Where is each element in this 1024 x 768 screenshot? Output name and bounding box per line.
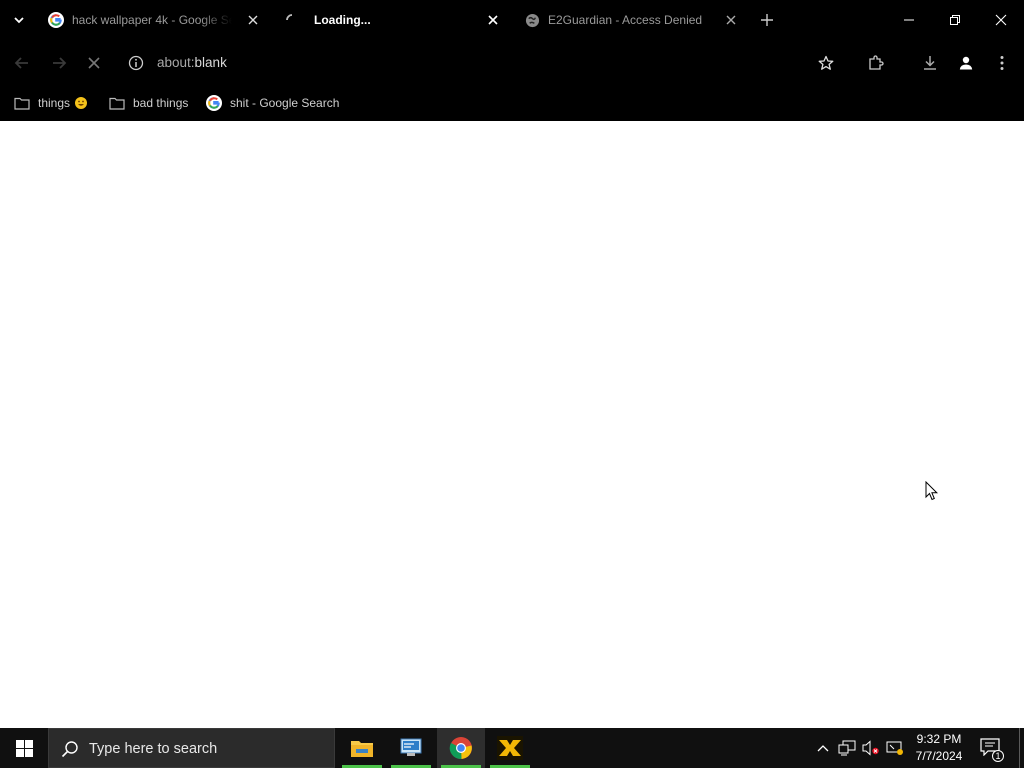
bookmark-folder-things[interactable]: things (13, 93, 88, 113)
bookmark-folder-bad-things[interactable]: bad things (108, 93, 188, 113)
bookmark-google-search[interactable]: shit - Google Search (205, 93, 339, 113)
google-g-icon (48, 12, 64, 28)
bookmark-label: shit - Google Search (230, 96, 340, 110)
close-tab-button[interactable] (724, 13, 738, 27)
stop-loading-button[interactable] (82, 51, 106, 75)
arrow-right-icon (53, 57, 67, 69)
google-g-icon (205, 95, 223, 111)
file-explorer-icon (351, 741, 373, 757)
chevron-down-icon (14, 17, 24, 24)
plus-icon (761, 14, 773, 26)
close-icon (88, 57, 100, 69)
close-icon (726, 15, 736, 25)
volume-muted-icon (862, 740, 879, 756)
tab-strip: hack wallpaper 4k - Google Search Loadin… (0, 0, 1024, 40)
person-icon (959, 56, 973, 70)
notification-count: 1 (992, 750, 1004, 762)
restore-button[interactable] (932, 6, 978, 34)
tab-search-button[interactable] (8, 10, 30, 30)
taskbar-chrome[interactable] (437, 728, 485, 768)
downloads-button[interactable] (918, 51, 942, 75)
clock-time: 9:32 PM (916, 732, 962, 746)
grinning-emoji-icon (75, 97, 88, 109)
tab-title: E2Guardian - Access Denied (548, 13, 703, 27)
taskbar-file-explorer[interactable] (338, 728, 386, 768)
close-window-button[interactable] (978, 6, 1024, 34)
tab-e2guardian[interactable]: E2Guardian - Access Denied (512, 5, 746, 35)
network-icon (838, 740, 856, 756)
address-text[interactable]: about:blank (157, 55, 227, 70)
folder-icon (108, 95, 126, 111)
mouse-cursor-icon (925, 481, 939, 501)
screen: hack wallpaper 4k - Google Search Loadin… (0, 0, 1024, 768)
star-icon (818, 55, 834, 70)
chrome-icon (449, 737, 472, 760)
taskbar-clock[interactable]: 9:32 PM 7/7/2024 (908, 731, 970, 765)
taskbar: Type here to search 9:32 PM 7/7/2024 1 (0, 728, 1024, 768)
bookmark-star-button[interactable] (814, 51, 838, 75)
menu-button[interactable] (990, 51, 1014, 75)
page-content-blank[interactable] (0, 121, 1024, 728)
network-tray-button[interactable] (838, 740, 856, 756)
puzzle-icon (869, 55, 884, 70)
search-icon (61, 741, 78, 758)
globe-icon (524, 12, 540, 28)
tab-title: hack wallpaper 4k - Google Search (72, 13, 232, 27)
start-button[interactable] (0, 728, 48, 768)
close-tab-button[interactable] (246, 13, 260, 27)
download-icon (924, 56, 936, 70)
address-bar[interactable]: about:blank (118, 46, 808, 80)
toolbar: about:blank (0, 40, 1024, 86)
folder-icon (13, 95, 31, 111)
minimize-icon (904, 19, 914, 21)
extensions-button[interactable] (864, 51, 888, 75)
forward-button[interactable] (47, 51, 71, 75)
arrow-left-icon (14, 57, 28, 69)
url-path: blank (194, 55, 227, 70)
close-icon (995, 14, 1007, 26)
bookmarks-bar: things bad things shit - Google Search (0, 86, 1024, 120)
control-panel-icon (400, 738, 422, 756)
profile-button[interactable] (954, 51, 978, 75)
info-icon[interactable] (128, 55, 144, 71)
display-warning-icon (886, 741, 903, 755)
close-icon (248, 15, 258, 25)
show-hidden-icons-button[interactable] (814, 740, 832, 756)
close-icon (488, 15, 498, 25)
volume-tray-button[interactable] (862, 740, 880, 756)
taskbar-search-box[interactable]: Type here to search (48, 728, 335, 768)
clock-date: 7/7/2024 (915, 749, 963, 763)
show-desktop-button[interactable] (1019, 728, 1020, 768)
action-center-button[interactable]: 1 (980, 738, 1004, 762)
back-button[interactable] (10, 51, 34, 75)
taskbar-control-panel[interactable] (387, 728, 435, 768)
display-tray-button[interactable] (886, 740, 904, 756)
tab-title: Loading... (314, 13, 371, 27)
close-tab-button[interactable] (486, 13, 500, 27)
new-tab-button[interactable] (758, 11, 776, 29)
taskbar-yellow-app[interactable] (486, 728, 534, 768)
chevron-up-icon (817, 745, 829, 752)
bookmark-label: bad things (133, 96, 189, 110)
bookmark-label: things (38, 96, 71, 110)
search-placeholder: Type here to search (89, 741, 218, 757)
tab-loading[interactable]: Loading... (272, 5, 508, 35)
tab-hack-wallpaper[interactable]: hack wallpaper 4k - Google Search (36, 5, 268, 35)
windows-logo-icon (15, 739, 33, 757)
url-scheme: about: (157, 55, 195, 70)
minimize-button[interactable] (886, 6, 932, 34)
kebab-menu-icon (1000, 56, 1004, 70)
loading-spinner-icon (284, 12, 300, 28)
yellow-app-icon (497, 736, 523, 760)
restore-icon (950, 15, 960, 25)
